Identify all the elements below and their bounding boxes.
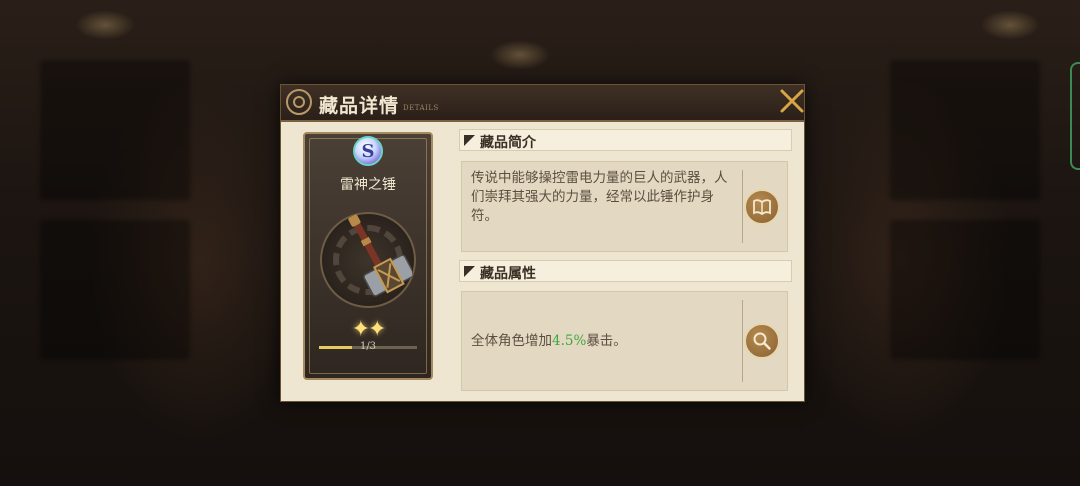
rarity-badge: S [353, 136, 383, 166]
item-name: 雷神之锤 [340, 177, 396, 193]
lore-book-button[interactable] [744, 189, 780, 225]
attribute-value: 4.5% [552, 333, 587, 349]
upgrade-progress-label: 1/3 [359, 341, 377, 352]
attribute-suffix: 暴击。 [586, 333, 627, 349]
star-rating: ✦✦ [351, 317, 387, 342]
attributes-section-header: 藏品属性 [459, 260, 792, 282]
gear-emblem-icon [286, 89, 312, 115]
attribute-detail-button[interactable] [744, 323, 780, 359]
attributes-section-body: 全体角色增加4.5%暴击。 [461, 291, 788, 391]
book-icon [753, 199, 771, 216]
dialog-subtitle: DETAILS [403, 104, 439, 112]
attribute-prefix: 全体角色增加 [471, 333, 552, 349]
intro-section-header: 藏品简介 [459, 129, 792, 151]
attribute-text: 全体角色增加4.5%暴击。 [471, 332, 627, 351]
item-artwork-frame [320, 212, 416, 308]
magnifier-icon [753, 332, 771, 350]
intro-section-title: 藏品简介 [480, 135, 536, 151]
attributes-section-title: 藏品属性 [480, 266, 536, 282]
close-button[interactable] [778, 87, 806, 115]
side-drawer-handle[interactable] [1070, 62, 1080, 170]
section-marker-icon [464, 135, 475, 146]
collection-details-dialog: 藏品详情 DETAILS S 雷神之锤 ✦✦ 1/3 藏品简介 传说中能够操控雷… [280, 84, 805, 402]
dialog-title: 藏品详情 [319, 95, 400, 117]
close-icon [780, 89, 804, 113]
intro-section-body: 传说中能够操控雷电力量的巨人的武器，人们崇拜其强大的力量，经常以此锤作护身符。 [461, 161, 788, 252]
dialog-title-bar: 藏品详情 DETAILS [281, 85, 804, 122]
item-card: S 雷神之锤 ✦✦ 1/3 [303, 132, 433, 380]
hammer-icon [348, 214, 412, 297]
section-marker-icon [464, 266, 475, 277]
item-description: 传说中能够操控雷电力量的巨人的武器，人们崇拜其强大的力量，经常以此锤作护身符。 [471, 170, 728, 224]
